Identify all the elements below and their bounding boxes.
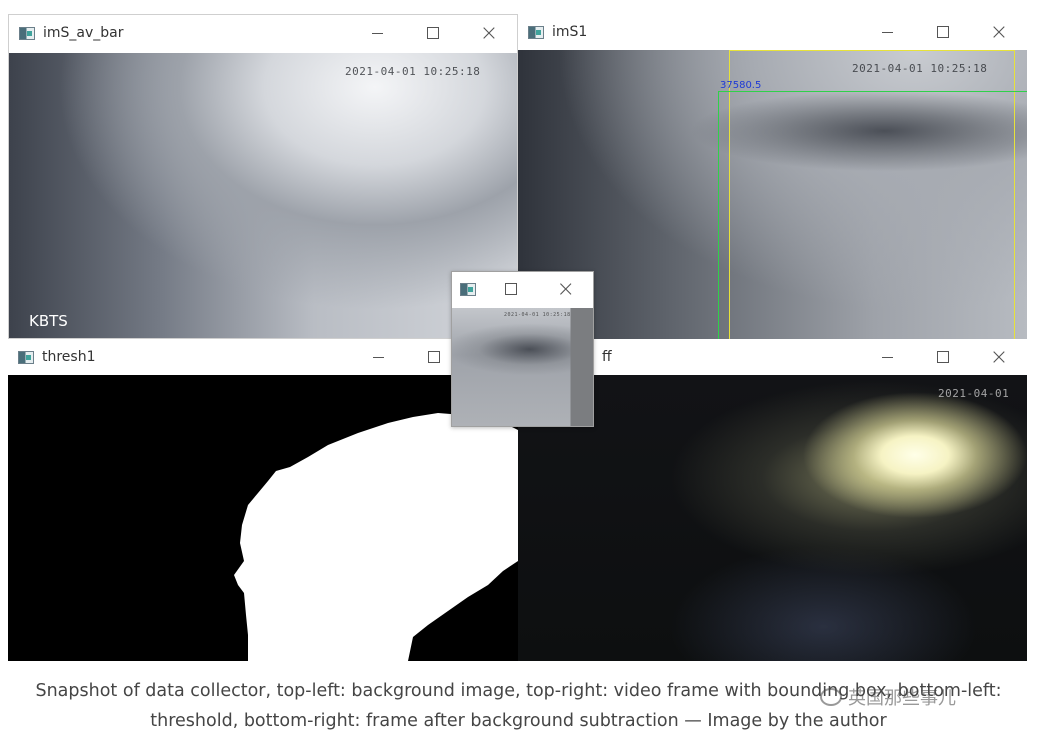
- app-icon: [460, 282, 476, 296]
- window-small-preview: × 2021-04-01 10:25:18: [451, 271, 594, 427]
- window-title: imS1: [552, 24, 588, 40]
- threshold-image: [8, 375, 518, 661]
- window-diff: ff × 2021-04-01: [518, 339, 1027, 661]
- wechat-icon: [820, 688, 842, 706]
- watermark-text: 英国那些事儿: [848, 688, 956, 709]
- window-titlebar[interactable]: thresh1 ×: [8, 339, 518, 375]
- timestamp-overlay: 2021-04-01 10:25:18: [504, 312, 571, 318]
- window-titlebar[interactable]: ×: [452, 272, 593, 306]
- app-icon: [18, 350, 34, 364]
- maximize-button[interactable]: [915, 339, 971, 375]
- window-thresh1: thresh1 ×: [8, 339, 518, 661]
- window-title: imS_av_bar: [43, 25, 124, 41]
- video-frame: 2021-04-01 10:25:18 37580.5: [518, 50, 1027, 339]
- close-button[interactable]: ×: [538, 272, 593, 306]
- window-titlebar[interactable]: imS_av_bar ×: [9, 15, 517, 51]
- window-ims-av-bar: imS_av_bar × 2021-04-01 10:25:18 KBTS: [8, 14, 518, 339]
- bounding-box-inner: [718, 91, 1027, 339]
- app-icon: [528, 25, 544, 39]
- app-icon: [19, 26, 35, 40]
- camera-label: KBTS: [29, 312, 68, 330]
- subtracted-frame: 2021-04-01: [518, 375, 1027, 661]
- timestamp-overlay: 2021-04-01 10:25:18: [345, 65, 481, 78]
- timestamp-overlay: 2021-04-01: [938, 387, 1010, 400]
- close-button[interactable]: ×: [971, 14, 1027, 50]
- close-button[interactable]: ×: [461, 15, 517, 51]
- watermark: 英国那些事儿: [820, 684, 956, 710]
- threshold-blob: [234, 413, 518, 661]
- close-button[interactable]: ×: [971, 339, 1027, 375]
- caption-line-2: threshold, bottom-right: frame after bac…: [150, 711, 887, 731]
- window-titlebar[interactable]: imS1 ×: [518, 14, 1027, 50]
- window-title: ff: [602, 349, 612, 365]
- maximize-button[interactable]: [915, 14, 971, 50]
- maximize-button[interactable]: [405, 15, 461, 51]
- minimize-button[interactable]: [350, 339, 406, 375]
- minimize-button[interactable]: [349, 15, 405, 51]
- maximize-button[interactable]: [484, 272, 539, 306]
- window-ims1: imS1 × 2021-04-01 10:25:18 37580.5: [518, 14, 1027, 339]
- bounding-box-label: 37580.5: [720, 80, 762, 91]
- window-titlebar[interactable]: ff ×: [518, 339, 1027, 375]
- window-title: thresh1: [42, 349, 96, 365]
- minimize-button[interactable]: [859, 339, 915, 375]
- minimize-button[interactable]: [859, 14, 915, 50]
- preview-image: 2021-04-01 10:25:18: [452, 308, 593, 426]
- background-image: 2021-04-01 10:25:18 KBTS: [9, 53, 517, 338]
